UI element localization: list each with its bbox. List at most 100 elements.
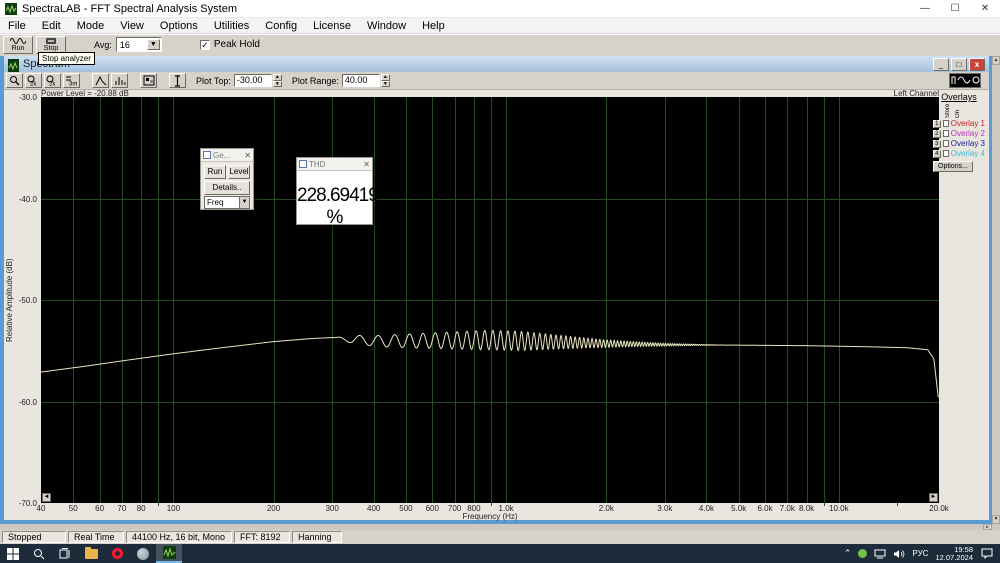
network-icon[interactable] — [874, 549, 886, 559]
generator-details-button[interactable]: Details.. — [204, 181, 250, 195]
menu-window[interactable]: Window — [359, 20, 414, 32]
menu-file[interactable]: File — [0, 20, 34, 32]
overlay-checkbox-2[interactable] — [943, 130, 949, 137]
peak-hold-checkbox[interactable]: ✓ — [200, 40, 210, 50]
main-titlebar: SpectraLAB - FFT Spectral Analysis Syste… — [0, 0, 1000, 18]
taskbar-search-button[interactable] — [26, 544, 52, 563]
generator-titlebar[interactable]: Ge... ✕ — [201, 149, 253, 162]
menu-edit[interactable]: Edit — [34, 20, 69, 32]
overlay-store-button-4[interactable]: 4 — [933, 150, 941, 158]
vertical-scrollbar[interactable]: ▲ ▼ — [992, 56, 1000, 524]
svg-text:3m: 3m — [69, 82, 77, 87]
ibeam-marker-icon — [173, 75, 182, 87]
tray-clock[interactable]: 19:58 12.07.2024 — [935, 546, 973, 562]
peak-marker-button[interactable] — [92, 73, 109, 88]
plot-range-input[interactable]: 40.00 — [342, 74, 380, 87]
overlay-checkbox-1[interactable] — [943, 120, 949, 127]
plot-scroll-right-button[interactable]: ► — [929, 493, 938, 502]
overlay-store-button-2[interactable]: 2 — [933, 130, 941, 138]
task-view-button[interactable] — [52, 544, 78, 563]
scroll-up-icon[interactable]: ▲ — [992, 56, 1000, 65]
plot-scroll-left-button[interactable]: ◄ — [42, 493, 51, 502]
overlay-checkbox-4[interactable] — [943, 150, 949, 157]
y-tick-label: -40.0 — [19, 195, 37, 204]
overlay-checkbox-3[interactable] — [943, 140, 949, 147]
overlays-options-button[interactable]: Options... — [933, 161, 973, 172]
volume-icon[interactable] — [893, 549, 905, 559]
spectrum-close-button[interactable]: x — [969, 58, 985, 71]
overlay-row-4: 4 Overlay 4 — [933, 149, 985, 158]
window-title: SpectraLAB - FFT Spectral Analysis Syste… — [22, 3, 237, 15]
thd-readout: 228.69419 % — [297, 185, 372, 229]
menu-license[interactable]: License — [305, 20, 359, 32]
clock-12k-icon: 2k — [27, 75, 40, 86]
display-settings-icon — [143, 75, 155, 86]
main-toolbar: Run Stop Avg: 16 ▼ ✓ Peak Hold — [0, 34, 1000, 54]
plot-range-spinner[interactable]: ▲▼ — [381, 74, 390, 87]
status-run-state: Stopped — [2, 531, 66, 543]
menu-options[interactable]: Options — [152, 20, 206, 32]
search-icon — [33, 548, 45, 560]
menu-utilities[interactable]: Utilities — [206, 20, 257, 32]
opera-browser-button[interactable] — [104, 544, 130, 563]
menu-config[interactable]: Config — [257, 20, 305, 32]
chevron-down-icon[interactable]: ▼ — [239, 197, 249, 208]
fft-size-button[interactable]: 3m — [63, 73, 80, 88]
maximize-button[interactable]: ☐ — [940, 0, 970, 18]
minimize-button[interactable]: — — [910, 0, 940, 18]
overlay-store-button-3[interactable]: 3 — [933, 140, 941, 148]
peak-hold-label: Peak Hold — [214, 39, 260, 50]
media-app-button[interactable] — [130, 544, 156, 563]
overlay-row-3: 3 Overlay 3 — [933, 139, 985, 148]
notification-center-icon[interactable] — [981, 548, 993, 559]
overlays-on-column-label: On — [955, 102, 961, 118]
globe-icon — [137, 548, 149, 560]
zoom-tool-button[interactable] — [6, 73, 23, 88]
close-button[interactable]: ✕ — [970, 0, 1000, 18]
plot-top-input[interactable]: -30.00 — [234, 74, 272, 87]
generator-level-button[interactable]: Level — [228, 165, 250, 179]
tray-app-icon[interactable] — [858, 549, 867, 558]
plot-top-spinner[interactable]: ▲▼ — [273, 74, 282, 87]
sample-rate-in-button[interactable]: 2k — [25, 73, 42, 88]
generator-close-icon[interactable]: ✕ — [244, 151, 251, 160]
menu-view[interactable]: View — [112, 20, 152, 32]
scroll-down-icon[interactable]: ▼ — [992, 515, 1000, 524]
avg-dropdown[interactable]: 16 ▼ — [116, 37, 162, 52]
menu-help[interactable]: Help — [414, 20, 453, 32]
spectrum-icon — [8, 59, 19, 70]
stop-button[interactable]: Stop — [36, 36, 66, 54]
spectrum-titlebar[interactable]: Spectrum _ □ x — [4, 56, 989, 72]
generator-mode-dropdown[interactable]: Freq Sweep ▼ — [204, 196, 250, 209]
power-level-readout: Power Level = -20.88 dB — [41, 90, 129, 97]
run-button[interactable]: Run — [3, 36, 33, 54]
spectralab-icon — [163, 546, 176, 559]
overlay-row-2: 2 Overlay 2 — [933, 129, 985, 138]
language-indicator[interactable]: РУС — [912, 549, 928, 558]
generator-window-icon — [203, 151, 211, 159]
spectrum-curve — [41, 331, 938, 398]
chevron-down-icon[interactable]: ▼ — [147, 39, 160, 50]
generator-waveform-button[interactable] — [949, 73, 981, 88]
menu-mode[interactable]: Mode — [69, 20, 113, 32]
display-settings-button[interactable] — [140, 73, 157, 88]
thd-close-icon[interactable]: ✕ — [363, 160, 370, 169]
bar-display-button[interactable] — [111, 73, 128, 88]
spectralab-taskbar-button[interactable] — [156, 544, 182, 563]
svg-text:2k: 2k — [30, 82, 37, 87]
generator-run-button[interactable]: Run — [204, 165, 226, 179]
sample-rate-out-button[interactable]: 2k — [44, 73, 61, 88]
overlay-store-button-1[interactable]: 1 — [933, 120, 941, 128]
marker-tool-button[interactable] — [169, 73, 186, 88]
spectrum-minimize-button[interactable]: _ — [933, 58, 949, 71]
start-button[interactable] — [0, 544, 26, 563]
tray-chevron-icon[interactable]: ⌃ — [844, 548, 852, 559]
spectrum-plot[interactable]: ◄ ► — [41, 97, 939, 503]
spectrum-maximize-button[interactable]: □ — [951, 58, 967, 71]
thd-window-icon — [299, 160, 307, 168]
file-explorer-button[interactable] — [78, 544, 104, 563]
plot-range-label: Plot Range: — [292, 76, 339, 86]
thd-titlebar[interactable]: THD ✕ — [297, 158, 372, 171]
statusbar: Stopped Real Time 44100 Hz, 16 bit, Mono… — [0, 530, 1000, 544]
magnifier-icon — [9, 75, 20, 86]
